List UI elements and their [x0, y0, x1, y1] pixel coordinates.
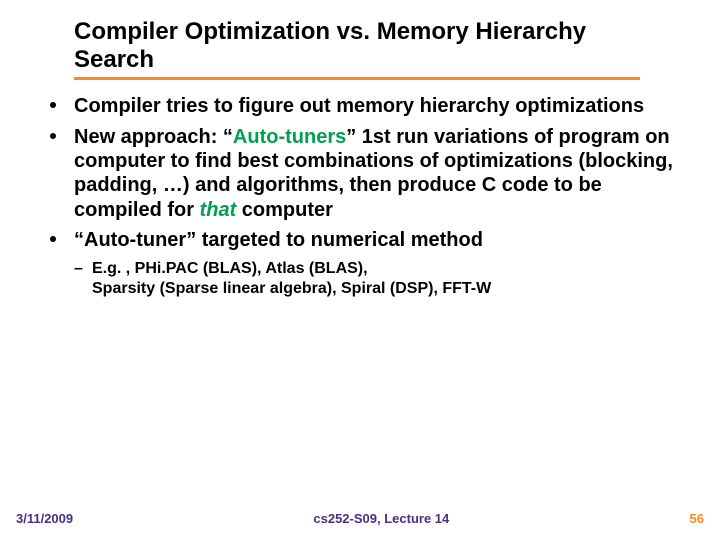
footer-center: cs252-S09, Lecture 14 — [73, 511, 689, 526]
footer-date: 3/11/2009 — [16, 511, 73, 526]
bullet-item: Compiler tries to figure out memory hier… — [40, 94, 680, 118]
dash-icon: – — [74, 259, 83, 279]
footer-page: 56 — [690, 511, 704, 526]
bullet-item: “Auto-tuner” targeted to numerical metho… — [40, 228, 680, 252]
slide: Compiler Optimization vs. Memory Hierarc… — [0, 0, 720, 540]
bullet-text: “Auto-tuner” targeted to numerical metho… — [74, 229, 483, 251]
sub-bullet-text: E.g. , PHi.PAC (BLAS), Atlas (BLAS),Spar… — [92, 260, 491, 297]
bullet-dot-icon — [50, 133, 56, 139]
bullet-item: New approach: “Auto-tuners” 1st run vari… — [40, 125, 680, 223]
title-underline — [74, 77, 640, 80]
slide-footer: 3/11/2009 cs252-S09, Lecture 14 56 — [0, 511, 720, 526]
bullet-text: Compiler tries to figure out memory hier… — [74, 95, 644, 117]
bullet-dot-icon — [50, 102, 56, 108]
bullet-list: Compiler tries to figure out memory hier… — [40, 94, 680, 298]
slide-body: Compiler tries to figure out memory hier… — [40, 94, 680, 298]
bullet-text: New approach: “Auto-tuners” 1st run vari… — [74, 126, 673, 221]
bullet-dot-icon — [50, 236, 56, 242]
sub-bullet-item: –E.g. , PHi.PAC (BLAS), Atlas (BLAS),Spa… — [74, 259, 680, 299]
slide-title: Compiler Optimization vs. Memory Hierarc… — [74, 18, 640, 73]
sub-bullet-list: –E.g. , PHi.PAC (BLAS), Atlas (BLAS),Spa… — [74, 259, 680, 299]
